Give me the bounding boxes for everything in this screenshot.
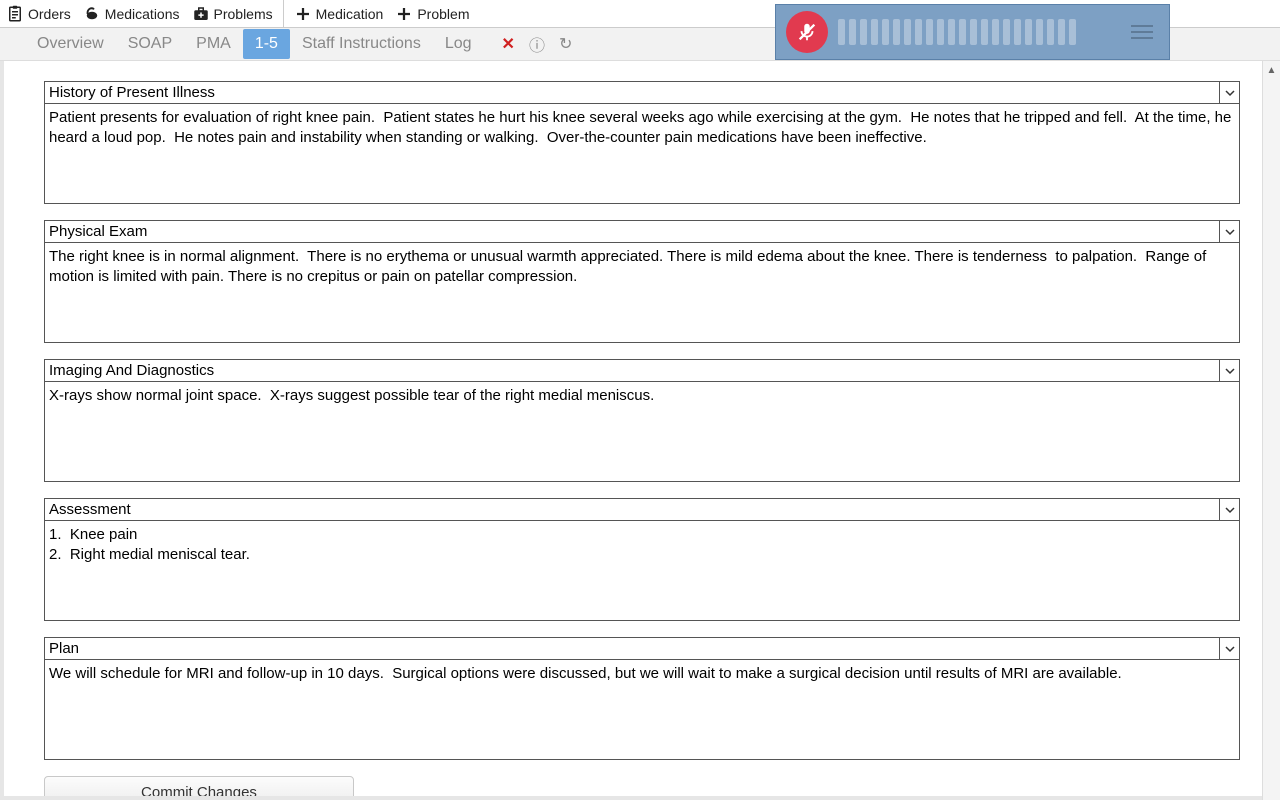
section-physical-exam: Physical Exam The right knee is in norma… bbox=[44, 220, 1240, 343]
plus-icon bbox=[294, 5, 312, 23]
mic-mute-button[interactable] bbox=[786, 11, 828, 53]
tab-soap[interactable]: SOAP bbox=[116, 29, 184, 59]
tab-staff-instructions[interactable]: Staff Instructions bbox=[290, 29, 433, 59]
section-header-assessment: Assessment bbox=[44, 498, 1240, 521]
close-icon[interactable]: ✕ bbox=[502, 34, 515, 54]
medications-label: Medications bbox=[105, 6, 180, 22]
chevron-down-icon bbox=[1225, 505, 1235, 515]
medkit-icon bbox=[192, 5, 210, 23]
toolbar-group-lists: Orders Medications Problems bbox=[6, 0, 284, 27]
vertical-scrollbar[interactable]: ▲ bbox=[1262, 61, 1280, 800]
tab-action-icons: ✕ ⓘ ↻ bbox=[502, 32, 573, 56]
recording-menu-button[interactable] bbox=[1125, 19, 1159, 45]
section-body-pe[interactable]: The right knee is in normal alignment. T… bbox=[44, 243, 1240, 343]
section-header-imaging: Imaging And Diagnostics bbox=[44, 359, 1240, 382]
section-dropdown-imaging[interactable] bbox=[1219, 360, 1239, 381]
audio-level-meter bbox=[838, 17, 1115, 47]
pill-icon bbox=[83, 5, 101, 23]
section-header-hpi: History of Present Illness bbox=[44, 81, 1240, 104]
mic-muted-icon bbox=[796, 21, 818, 43]
orders-button[interactable]: Orders bbox=[6, 5, 71, 23]
plus-icon bbox=[395, 5, 413, 23]
section-hpi: History of Present Illness Patient prese… bbox=[44, 81, 1240, 204]
section-assessment: Assessment 1. Knee pain 2. Right medial … bbox=[44, 498, 1240, 621]
chevron-down-icon bbox=[1225, 227, 1235, 237]
chevron-down-icon bbox=[1225, 644, 1235, 654]
secondary-bar: Overview SOAP PMA 1-5 Staff Instructions… bbox=[0, 28, 1280, 61]
orders-label: Orders bbox=[28, 6, 71, 22]
tab-pma[interactable]: PMA bbox=[184, 29, 243, 59]
tab-log[interactable]: Log bbox=[433, 29, 484, 59]
section-header-plan: Plan bbox=[44, 637, 1240, 660]
section-dropdown-hpi[interactable] bbox=[1219, 82, 1239, 103]
add-medication-button[interactable]: Medication bbox=[294, 5, 384, 23]
add-medication-label: Medication bbox=[316, 6, 384, 22]
section-title-assessment: Assessment bbox=[45, 499, 1219, 520]
section-dropdown-assessment[interactable] bbox=[1219, 499, 1239, 520]
medications-button[interactable]: Medications bbox=[83, 5, 180, 23]
chevron-down-icon bbox=[1225, 366, 1235, 376]
section-title-imaging: Imaging And Diagnostics bbox=[45, 360, 1219, 381]
note-content-area: History of Present Illness Patient prese… bbox=[0, 61, 1280, 800]
section-title-hpi: History of Present Illness bbox=[45, 82, 1219, 103]
tab-overview[interactable]: Overview bbox=[25, 29, 116, 59]
section-body-plan[interactable]: We will schedule for MRI and follow-up i… bbox=[44, 660, 1240, 760]
tab-1-5[interactable]: 1-5 bbox=[243, 29, 290, 59]
add-problem-button[interactable]: Problem bbox=[395, 5, 469, 23]
info-icon[interactable]: ⓘ bbox=[529, 32, 545, 56]
section-body-imaging[interactable]: X-rays show normal joint space. X-rays s… bbox=[44, 382, 1240, 482]
section-title-pe: Physical Exam bbox=[45, 221, 1219, 242]
problems-label: Problems bbox=[214, 6, 273, 22]
problems-button[interactable]: Problems bbox=[192, 5, 273, 23]
section-body-assessment[interactable]: 1. Knee pain 2. Right medial meniscal te… bbox=[44, 521, 1240, 621]
add-problem-label: Problem bbox=[417, 6, 469, 22]
section-dropdown-pe[interactable] bbox=[1219, 221, 1239, 242]
section-plan: Plan We will schedule for MRI and follow… bbox=[44, 637, 1240, 760]
section-dropdown-plan[interactable] bbox=[1219, 638, 1239, 659]
section-body-hpi[interactable]: Patient presents for evaluation of right… bbox=[44, 104, 1240, 204]
note-tabs: Overview SOAP PMA 1-5 Staff Instructions… bbox=[25, 29, 484, 59]
commit-changes-button[interactable]: Commit Changes bbox=[44, 776, 354, 800]
chevron-down-icon bbox=[1225, 88, 1235, 98]
section-header-pe: Physical Exam bbox=[44, 220, 1240, 243]
section-title-plan: Plan bbox=[45, 638, 1219, 659]
toolbar-group-add: Medication Problem bbox=[294, 0, 480, 27]
refresh-icon[interactable]: ↻ bbox=[559, 34, 572, 54]
clipboard-icon bbox=[6, 5, 24, 23]
recording-widget bbox=[775, 4, 1170, 60]
scroll-up-icon[interactable]: ▲ bbox=[1263, 61, 1280, 79]
section-imaging: Imaging And Diagnostics X-rays show norm… bbox=[44, 359, 1240, 482]
